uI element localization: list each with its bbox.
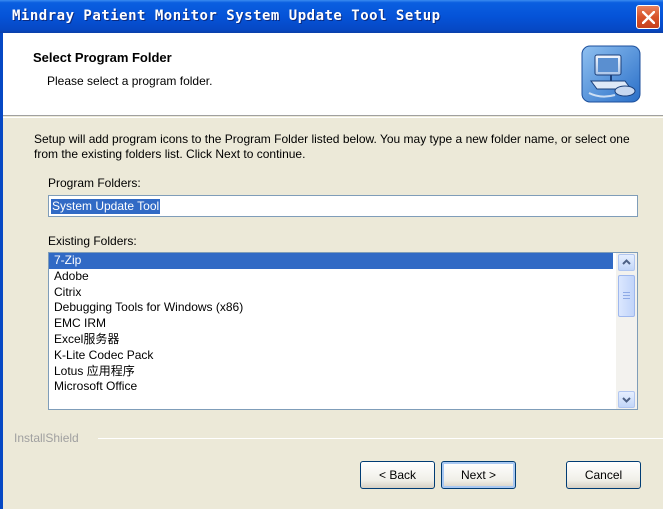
folder-list-item[interactable]: EMC IRM bbox=[49, 316, 613, 332]
setup-computer-icon bbox=[581, 45, 641, 103]
program-folder-value: System Update Tool bbox=[51, 199, 161, 214]
list-scrollbar[interactable] bbox=[616, 253, 637, 409]
folder-list-item[interactable]: Excel服务器 bbox=[49, 332, 613, 348]
folder-list-item[interactable]: Lotus 应用程序 bbox=[49, 364, 613, 380]
installshield-brand: InstallShield bbox=[14, 431, 79, 445]
setup-window: Mindray Patient Monitor System Update To… bbox=[0, 0, 663, 509]
title-bar[interactable]: Mindray Patient Monitor System Update To… bbox=[0, 0, 663, 33]
folder-list-item[interactable]: Adobe bbox=[49, 269, 613, 285]
cancel-button[interactable]: Cancel bbox=[566, 461, 641, 489]
scroll-thumb[interactable] bbox=[618, 275, 635, 317]
next-button[interactable]: Next > bbox=[441, 461, 516, 489]
folder-items: 7-Zip Adobe Citrix Debugging Tools for Wind… bbox=[49, 253, 613, 395]
footer-divider bbox=[98, 438, 663, 439]
folder-list-item[interactable]: K-Lite Codec Pack bbox=[49, 348, 613, 364]
existing-folders-label: Existing Folders: bbox=[48, 234, 137, 248]
window-title: Mindray Patient Monitor System Update To… bbox=[12, 8, 441, 24]
grip-line bbox=[623, 295, 630, 296]
program-folder-input[interactable]: System Update Tool bbox=[48, 195, 638, 217]
chevron-down-icon bbox=[622, 397, 631, 403]
folder-list-item[interactable]: Microsoft Office bbox=[49, 379, 613, 395]
page-title: Select Program Folder bbox=[33, 50, 172, 65]
grip-line bbox=[623, 298, 630, 299]
instructions-text: Setup will add program icons to the Prog… bbox=[34, 132, 630, 161]
folder-list-item[interactable]: 7-Zip bbox=[49, 253, 613, 269]
grip-line bbox=[623, 292, 630, 293]
existing-folders-list[interactable]: 7-Zip Adobe Citrix Debugging Tools for Wind… bbox=[48, 252, 638, 410]
wizard-header: Select Program Folder Please select a pr… bbox=[3, 33, 663, 116]
scroll-down-button[interactable] bbox=[618, 391, 635, 408]
header-divider bbox=[3, 117, 663, 118]
scroll-up-button[interactable] bbox=[618, 254, 635, 271]
chevron-up-icon bbox=[622, 259, 631, 265]
page-subtitle: Please select a program folder. bbox=[47, 74, 213, 88]
folder-list-item[interactable]: Debugging Tools for Windows (x86) bbox=[49, 300, 613, 316]
back-button[interactable]: < Back bbox=[360, 461, 435, 489]
program-folders-label: Program Folders: bbox=[48, 176, 141, 190]
close-icon bbox=[642, 11, 655, 24]
close-button[interactable] bbox=[636, 5, 660, 29]
folder-list-item[interactable]: Citrix bbox=[49, 285, 613, 301]
